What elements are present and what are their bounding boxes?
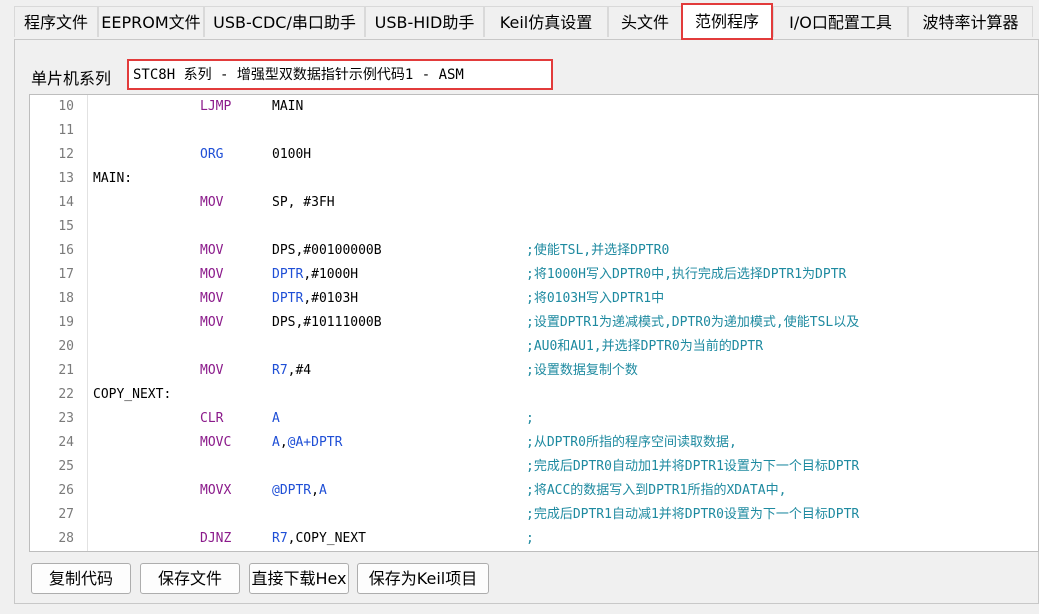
code-comment: ;将ACC的数据写入到DPTR1所指的XDATA中,	[526, 483, 787, 498]
code-operand: DPTR,#1000H	[272, 267, 359, 282]
line-number: 24	[58, 435, 74, 450]
save-keil-project-button[interactable]: 保存为Keil项目	[357, 563, 489, 594]
line-number: 10	[58, 99, 74, 114]
code-operand: DPS,#00100000B	[272, 243, 382, 258]
series-selected-value: STC8H 系列 - 增强型双数据指针示例代码1 - ASM	[133, 67, 464, 83]
code-comment: ;AU0和AU1,并选择DPTR0为当前的DPTR	[526, 339, 764, 354]
line-number: 15	[58, 219, 74, 234]
code-line: 14 MOV SP, #3FH	[30, 191, 1038, 215]
code-line: 27 ;完成后DPTR1自动减1并将DPTR0设置为下一个目标DPTR	[30, 503, 1038, 527]
tab-bar: 程序文件 EEPROM文件 USB-CDC/串口助手 USB-HID助手 Kei…	[0, 0, 1039, 40]
line-number: 18	[58, 291, 74, 306]
copy-code-button[interactable]: 复制代码	[31, 563, 131, 594]
code-comment: ;从DPTR0所指的程序空间读取数据,	[526, 435, 737, 450]
example-program-panel: 单片机系列 STC8H 系列 - 增强型双数据指针示例代码1 - ASM 10 L…	[14, 39, 1039, 604]
line-number: 20	[58, 339, 74, 354]
line-number: 11	[58, 123, 74, 138]
tab-usb-hid[interactable]: USB-HID助手	[365, 6, 484, 37]
code-operand: R7,COPY_NEXT	[272, 531, 366, 546]
code-editor[interactable]: 10 LJMP MAIN 11 12 ORG 0100H 13 MAIN: 14 MOV SP, #3…	[29, 94, 1039, 552]
download-hex-button[interactable]: 直接下载Hex	[249, 563, 349, 594]
code-line: 19 MOV DPS,#10111000B ;设置DPTR1为递减模式,DPTR0为递…	[30, 311, 1038, 335]
code-comment: ;完成后DPTR0自动加1并将DPTR1设置为下一个目标DPTR	[526, 459, 860, 474]
code-operand: MAIN	[272, 99, 304, 114]
code-line: 17 MOV DPTR,#1000H ;将1000H写入DPTR0中,执行完成后选择D…	[30, 263, 1038, 287]
code-mnemonic: MOVX	[200, 483, 232, 498]
code-line: 10 LJMP MAIN	[30, 95, 1038, 119]
code-label: MAIN:	[93, 171, 133, 186]
tab-example-programs[interactable]: 范例程序	[681, 3, 773, 40]
code-line: 23 CLR A;	[30, 407, 1038, 431]
code-comment: ;	[526, 531, 534, 546]
code-comment: ;设置数据复制个数	[526, 363, 638, 378]
tab-usb-cdc-serial[interactable]: USB-CDC/串口助手	[204, 6, 365, 37]
code-mnemonic: LJMP	[200, 99, 232, 114]
code-line: 20 ;AU0和AU1,并选择DPTR0为当前的DPTR	[30, 335, 1038, 359]
code-line: 13 MAIN:	[30, 167, 1038, 191]
tab-io-config[interactable]: I/O口配置工具	[773, 6, 908, 37]
tab-baud-calc[interactable]: 波特率计算器	[908, 6, 1033, 37]
code-line: 16 MOV DPS,#00100000B ;使能TSL,并选择DPTR0	[30, 239, 1038, 263]
line-number: 25	[58, 459, 74, 474]
code-operand: DPS,#10111000B	[272, 315, 382, 330]
tab-eeprom-file[interactable]: EEPROM文件	[98, 6, 204, 37]
code-mnemonic: MOV	[200, 195, 224, 210]
code-mnemonic: DJNZ	[200, 531, 232, 546]
code-mnemonic: ORG	[200, 147, 224, 162]
line-number: 12	[58, 147, 74, 162]
code-line: 26 MOVX @DPTR,A ;将ACC的数据写入到DPTR1所指的XDATA中,	[30, 479, 1038, 503]
line-number: 17	[58, 267, 74, 282]
line-number: 26	[58, 483, 74, 498]
code-comment: ;使能TSL,并选择DPTR0	[526, 243, 670, 258]
code-comment: ;	[526, 411, 534, 426]
code-mnemonic: MOV	[200, 243, 224, 258]
tab-keil-sim[interactable]: Keil仿真设置	[484, 6, 608, 37]
code-line: 18 MOV DPTR,#0103H ;将0103H写入DPTR1中	[30, 287, 1038, 311]
line-number: 28	[58, 531, 74, 546]
code-line: 12 ORG 0100H	[30, 143, 1038, 167]
tab-header-files[interactable]: 头文件	[608, 6, 682, 37]
series-select[interactable]: STC8H 系列 - 增强型双数据指针示例代码1 - ASM	[127, 59, 553, 90]
line-number: 19	[58, 315, 74, 330]
code-line: 11	[30, 119, 1038, 143]
line-number: 27	[58, 507, 74, 522]
code-mnemonic: MOV	[200, 291, 224, 306]
code-line: 21 MOV R7,#4 ;设置数据复制个数	[30, 359, 1038, 383]
code-mnemonic: MOV	[200, 315, 224, 330]
code-mnemonic: MOV	[200, 363, 224, 378]
line-number: 14	[58, 195, 74, 210]
line-number: 23	[58, 411, 74, 426]
code-mnemonic: MOV	[200, 267, 224, 282]
code-comment: ;设置DPTR1为递减模式,DPTR0为递加模式,使能TSL以及	[526, 315, 860, 330]
code-mnemonic: CLR	[200, 411, 224, 426]
line-number: 16	[58, 243, 74, 258]
tab-program-file[interactable]: 程序文件	[14, 6, 98, 37]
code-line: 28 DJNZ R7,COPY_NEXT;	[30, 527, 1038, 551]
series-label: 单片机系列	[31, 69, 112, 88]
code-operand: 0100H	[272, 147, 312, 162]
code-operand: DPTR,#0103H	[272, 291, 359, 306]
code-mnemonic: MOVC	[200, 435, 232, 450]
code-operand: @DPTR,A	[272, 483, 327, 498]
line-number: 22	[58, 387, 74, 402]
code-line: 15	[30, 215, 1038, 239]
code-comment: ;将1000H写入DPTR0中,执行完成后选择DPTR1为DPTR	[526, 267, 847, 282]
line-number: 13	[58, 171, 74, 186]
code-operand: A,@A+DPTR	[272, 435, 343, 450]
code-line: 22 COPY_NEXT:	[30, 383, 1038, 407]
code-operand: A	[272, 411, 280, 426]
code-operand: SP, #3FH	[272, 195, 335, 210]
code-line: 25 ;完成后DPTR0自动加1并将DPTR1设置为下一个目标DPTR	[30, 455, 1038, 479]
code-operand: R7,#4	[272, 363, 312, 378]
code-comment: ;将0103H写入DPTR1中	[526, 291, 665, 306]
code-comment: ;完成后DPTR1自动减1并将DPTR0设置为下一个目标DPTR	[526, 507, 860, 522]
code-line: 24 MOVC A,@A+DPTR ;从DPTR0所指的程序空间读取数据,	[30, 431, 1038, 455]
save-file-button[interactable]: 保存文件	[140, 563, 240, 594]
line-number: 21	[58, 363, 74, 378]
code-label: COPY_NEXT:	[93, 387, 172, 402]
